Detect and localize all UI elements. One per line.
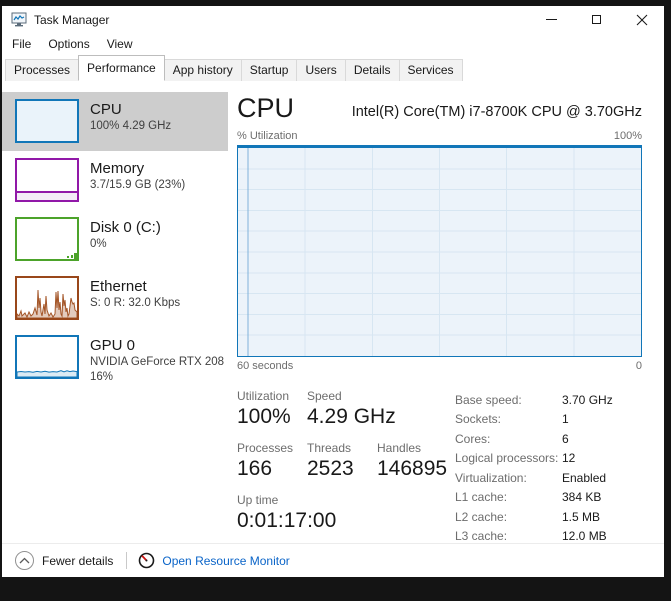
page-title: CPU: [237, 93, 295, 123]
chart-x-left-label: 60 seconds: [237, 360, 294, 372]
processes-label: Processes: [237, 441, 294, 455]
tab-performance[interactable]: Performance: [78, 55, 165, 81]
tab-details[interactable]: Details: [344, 59, 400, 81]
chart-y-axis-label: % Utilization: [237, 130, 298, 142]
sidebar-gpu-stats: 16%: [90, 371, 114, 383]
fewer-details-label[interactable]: Fewer details: [42, 554, 113, 568]
content-area: CPU 100% 4.29 GHz Memory 3.7/15.9 GB (23…: [2, 81, 664, 543]
task-manager-app-icon: [11, 12, 27, 27]
footer-divider: [126, 552, 128, 569]
menu-view[interactable]: View: [107, 35, 133, 53]
minimize-button[interactable]: [529, 6, 574, 33]
sidebar-ethernet-stats: S: 0 R: 32.0 Kbps: [90, 297, 181, 309]
spec-row: L1 cache: 384 KB: [455, 490, 602, 505]
utilization-label: Utilization: [237, 389, 290, 403]
menu-file[interactable]: File: [12, 35, 31, 53]
sidebar-gpu-name: NVIDIA GeForce RTX 208: [90, 356, 225, 368]
performance-sidebar: CPU 100% 4.29 GHz Memory 3.7/15.9 GB (23…: [2, 81, 228, 543]
processor-name: Intel(R) Core(TM) i7-8700K CPU @ 3.70GHz: [351, 104, 642, 120]
tab-strip: Processes Performance App history Startu…: [2, 55, 664, 81]
processes-value: 166: [237, 457, 273, 480]
close-icon: [636, 14, 647, 25]
spec-row: Base speed: 3.70 GHz: [455, 392, 613, 407]
handles-value: 146895: [377, 457, 448, 480]
threads-value: 2523: [307, 457, 354, 480]
minimize-icon: [546, 19, 557, 20]
disk-mini-graph: [15, 217, 79, 261]
tab-processes[interactable]: Processes: [5, 59, 80, 81]
sidebar-gpu-label: GPU 0: [90, 337, 136, 354]
ethernet-mini-graph: [15, 276, 79, 320]
maximize-button[interactable]: [574, 6, 619, 33]
uptime-value: 0:01:17:00: [237, 509, 337, 532]
speed-value: 4.29 GHz: [307, 405, 396, 428]
fewer-details-button[interactable]: [15, 551, 34, 570]
resource-monitor-icon[interactable]: [138, 552, 155, 569]
sidebar-item-disk[interactable]: Disk 0 (C:) 0%: [2, 210, 228, 269]
speed-label: Speed: [307, 389, 342, 403]
cpu-mini-graph: [15, 99, 79, 143]
sidebar-memory-stats: 3.7/15.9 GB (23%): [90, 179, 186, 191]
sidebar-disk-stats: 0%: [90, 238, 107, 250]
sidebar-item-cpu[interactable]: CPU 100% 4.29 GHz: [2, 92, 228, 151]
menu-options[interactable]: Options: [48, 35, 89, 53]
menu-bar: File Options View: [2, 33, 664, 55]
title-bar: Task Manager: [2, 6, 664, 33]
spec-row: Cores: 6: [455, 431, 569, 446]
task-manager-window: Task Manager File Options View Processes…: [2, 6, 664, 577]
uptime-label: Up time: [237, 493, 279, 507]
sidebar-cpu-stats: 100% 4.29 GHz: [90, 120, 172, 132]
chart-x-right-label: 0: [635, 360, 642, 372]
spec-row: L2 cache: 1.5 MB: [455, 509, 601, 524]
footer-bar: Fewer details Open Resource Monitor: [2, 543, 664, 577]
tab-startup[interactable]: Startup: [240, 59, 298, 81]
utilization-value: 100%: [237, 405, 291, 428]
spec-row: Logical processors: 12: [455, 451, 576, 466]
sidebar-item-ethernet[interactable]: Ethernet S: 0 R: 32.0 Kbps: [2, 269, 228, 328]
cpu-detail-panel: CPU Intel(R) Core(TM) i7-8700K CPU @ 3.7…: [228, 81, 664, 543]
sidebar-item-gpu[interactable]: GPU 0 NVIDIA GeForce RTX 208 16%: [2, 328, 228, 392]
chart-y-max-label: 100%: [613, 130, 642, 142]
handles-label: Handles: [377, 441, 422, 455]
cpu-stats-block: Utilization Speed 100% 4.29 GHz Processe…: [237, 387, 455, 546]
close-button[interactable]: [619, 6, 664, 33]
chevron-up-icon: [19, 557, 30, 564]
open-resource-monitor-link[interactable]: Open Resource Monitor: [162, 554, 289, 568]
tab-users[interactable]: Users: [296, 59, 346, 81]
maximize-icon: [592, 15, 601, 24]
threads-label: Threads: [307, 441, 352, 455]
sidebar-memory-label: Memory: [90, 160, 145, 177]
spec-row: Virtualization: Enabled: [455, 470, 607, 485]
spec-row: Sockets: 1: [455, 412, 569, 427]
sidebar-cpu-label: CPU: [90, 101, 122, 118]
memory-mini-graph: [15, 158, 79, 202]
sidebar-disk-label: Disk 0 (C:): [90, 219, 161, 236]
gpu-mini-graph: [15, 335, 79, 379]
sidebar-item-memory[interactable]: Memory 3.7/15.9 GB (23%): [2, 151, 228, 210]
cpu-utilization-chart: [237, 145, 642, 357]
tab-services[interactable]: Services: [398, 59, 463, 81]
tab-app-history[interactable]: App history: [163, 59, 242, 81]
cpu-spec-list: Base speed: 3.70 GHz Sockets: 1 Cores: 6…: [455, 387, 642, 546]
sidebar-ethernet-label: Ethernet: [90, 278, 147, 295]
window-title: Task Manager: [34, 12, 110, 27]
